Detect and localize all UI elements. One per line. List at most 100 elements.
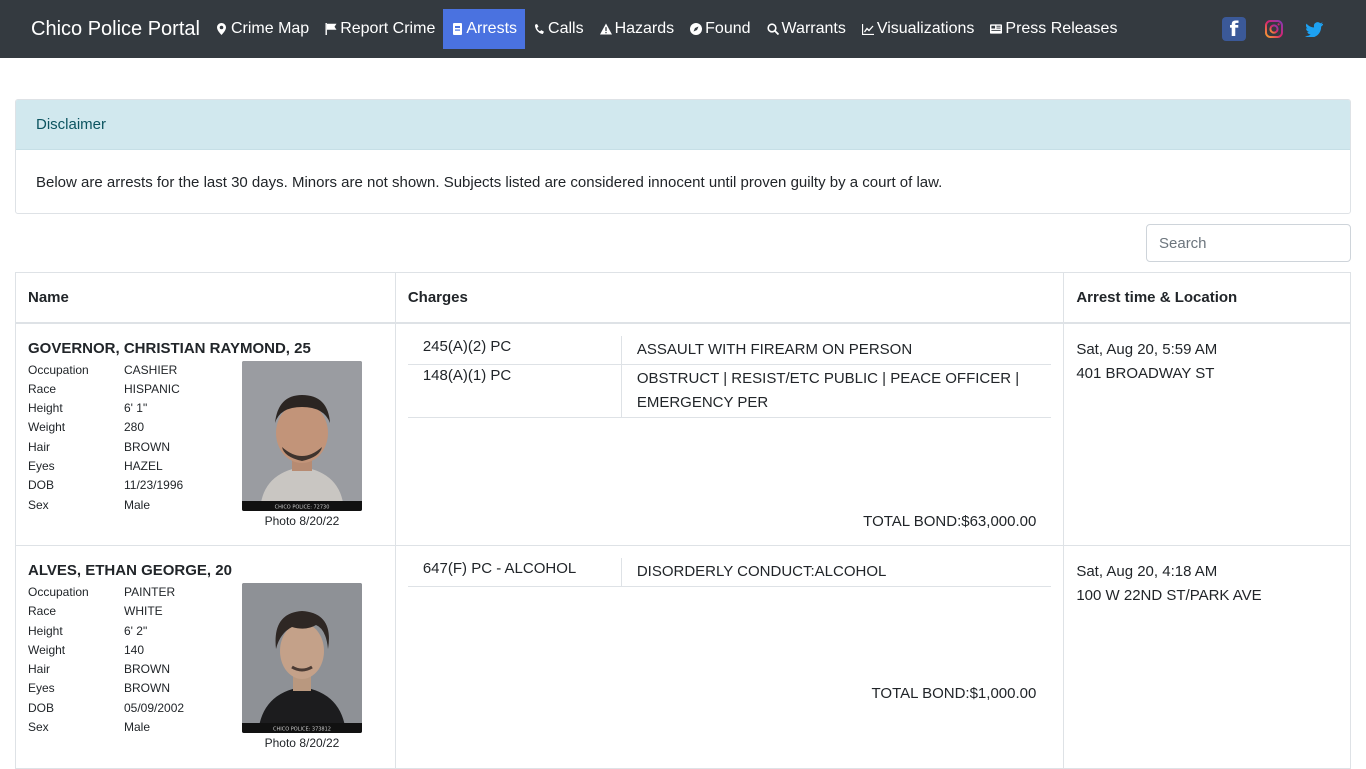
attr-value: PAINTER [124, 585, 176, 599]
mugshot-container: CHICO POLICE: 373812 Photo 8/20/22 [242, 583, 362, 750]
newspaper-icon [990, 22, 1003, 36]
attr-value: 6' 2" [124, 623, 148, 638]
nav-item-label: Report Crime [340, 20, 436, 37]
nav-item-label: Visualizations [876, 20, 975, 37]
badge-icon [451, 22, 463, 36]
brand-title[interactable]: Chico Police Portal [31, 18, 200, 41]
photo-caption: Photo 8/20/22 [264, 736, 340, 750]
name-cell: GOVERNOR, CHRISTIAN RAYMOND, 25 Occupati… [15, 322, 396, 546]
map-marker-icon [216, 22, 228, 36]
header-name[interactable]: Name [15, 272, 396, 324]
attr-label: Height [28, 623, 63, 638]
attr-label: Weight [28, 420, 66, 435]
nav-item-found[interactable]: Found [682, 9, 758, 49]
table-row: GOVERNOR, CHRISTIAN RAYMOND, 25 Occupati… [15, 322, 1351, 546]
arrest-cell: Sat, Aug 20, 4:18 AM 100 W 22ND ST/PARK … [1063, 545, 1351, 769]
arrest-location: 401 BROADWAY ST [1076, 364, 1215, 382]
attr-value: BROWN [124, 439, 170, 454]
disclaimer-text: Below are arrests for the last 30 days. … [36, 173, 943, 191]
attr-value: 11/23/1996 [124, 478, 184, 493]
attr-label: Eyes [28, 681, 55, 696]
attr-value: 140 [124, 642, 145, 657]
person-name: ALVES, ETHAN GEORGE, 20 [28, 562, 232, 579]
table-header-row: Name Charges Arrest time & Location [15, 272, 1351, 324]
mugshot-label: CHICO POLICE: 373812 [273, 727, 331, 733]
attr-label: DOB [28, 478, 55, 493]
warning-icon [599, 22, 612, 36]
attr-label: DOB [28, 700, 55, 715]
nav-item-label: Calls [548, 20, 584, 37]
nav-item-visualizations[interactable]: Visualizations [854, 9, 983, 49]
attr-label: Hair [28, 662, 51, 677]
instagram-icon[interactable] [1262, 17, 1286, 41]
attr-label: Height [28, 401, 63, 416]
charges-cell: 647(F) PC - ALCOHOL DISORDERLY CONDUCT:A… [394, 545, 1065, 769]
attr-label: Eyes [28, 458, 55, 473]
total-bond: TOTAL BOND:$1,000.00 [871, 685, 1037, 702]
attr-value: BROWN [124, 681, 170, 696]
mugshot-container: CHICO POLICE: 72730 Photo 8/20/22 [242, 360, 362, 528]
twitter-icon[interactable] [1302, 17, 1326, 41]
mugshot-photo[interactable]: CHICO POLICE: 373812 [242, 583, 362, 733]
header-charges[interactable]: Charges [394, 272, 1065, 324]
charge-row: 148(A)(1) PC OBSTRUCT | RESIST/ETC PUBLI… [407, 364, 1052, 418]
attr-value: 6' 1" [124, 401, 148, 416]
total-bond: TOTAL BOND:$63,000.00 [863, 512, 1037, 530]
nav-item-arrests[interactable]: Arrests [443, 9, 526, 49]
nav-item-report-crime[interactable]: Report Crime [317, 9, 443, 49]
nav-item-calls[interactable]: Calls [525, 9, 592, 49]
attr-label: Sex [28, 497, 49, 512]
attr-value: HAZEL [124, 458, 163, 473]
table-row: ALVES, ETHAN GEORGE, 20 Occupation PAINTE… [15, 545, 1351, 769]
attr-value: 05/09/2002 [124, 700, 185, 715]
mugshot-label: CHICO POLICE: 72730 [275, 504, 330, 510]
chart-icon [861, 22, 874, 36]
name-cell: ALVES, ETHAN GEORGE, 20 Occupation PAINTE… [15, 545, 396, 769]
search-icon [766, 22, 779, 36]
header-arrest-time-location[interactable]: Arrest time & Location [1063, 272, 1351, 324]
nav-item-press-releases[interactable]: Press Releases [982, 9, 1125, 49]
arrests-table: Name Charges Arrest time & Location GOVE… [15, 272, 1351, 769]
arrest-time: Sat, Aug 20, 5:59 AM [1076, 340, 1218, 358]
attr-value: 280 [124, 420, 145, 435]
nav-item-label: Press Releases [1005, 20, 1118, 37]
attr-label: Weight [28, 642, 66, 657]
flag-icon [325, 22, 337, 36]
nav-menu: Crime Map Report Crime Arrests Calls Haz… [208, 0, 1125, 58]
charge-description: OBSTRUCT | RESIST/ETC PUBLIC | PEACE OFF… [636, 369, 1020, 411]
disclaimer-card: Disclaimer Below are arrests for the las… [15, 99, 1351, 214]
facebook-icon[interactable]: f [1222, 17, 1246, 41]
nav-item-warrants[interactable]: Warrants [759, 9, 854, 49]
charge-code: 647(F) PC - ALCOHOL [408, 558, 622, 586]
search-input[interactable] [1146, 224, 1351, 262]
disclaimer-title: Disclaimer [16, 100, 1350, 150]
charge-code: 148(A)(1) PC [408, 364, 622, 417]
attr-value: WHITE [124, 604, 163, 619]
mugshot-photo[interactable]: CHICO POLICE: 72730 [242, 360, 362, 511]
compass-icon [690, 22, 703, 36]
nav-item-crime-map[interactable]: Crime Map [208, 9, 317, 49]
arrest-location: 100 W 22ND ST/PARK AVE [1076, 587, 1262, 604]
attr-value: Male [124, 720, 151, 735]
attr-value: BROWN [124, 662, 170, 677]
attr-label: Race [28, 381, 57, 396]
arrest-cell: Sat, Aug 20, 5:59 AM 401 BROADWAY ST [1063, 322, 1351, 546]
charge-description: DISORDERLY CONDUCT:ALCOHOL [636, 563, 887, 580]
nav-item-label: Hazards [614, 20, 675, 37]
photo-caption: Photo 8/20/22 [264, 513, 340, 528]
attr-label: Occupation [28, 585, 89, 599]
person-name: GOVERNOR, CHRISTIAN RAYMOND, 25 [28, 339, 311, 357]
attr-value: HISPANIC [124, 381, 180, 396]
nav-item-hazards[interactable]: Hazards [592, 9, 683, 49]
attr-label: Hair [28, 439, 51, 454]
nav-item-label: Found [705, 20, 751, 37]
charge-row: 647(F) PC - ALCOHOL DISORDERLY CONDUCT:A… [407, 558, 1052, 587]
attr-value: Male [124, 497, 151, 512]
charge-code: 245(A)(2) PC [408, 335, 622, 364]
charge-description: ASSAULT WITH FIREARM ON PERSON [636, 340, 913, 358]
arrest-time: Sat, Aug 20, 4:18 AM [1076, 563, 1218, 580]
charges-cell: 245(A)(2) PC ASSAULT WITH FIREARM ON PER… [394, 322, 1065, 546]
phone-icon [533, 22, 545, 36]
nav-item-label: Crime Map [230, 20, 310, 37]
nav-item-label: Arrests [466, 20, 518, 37]
